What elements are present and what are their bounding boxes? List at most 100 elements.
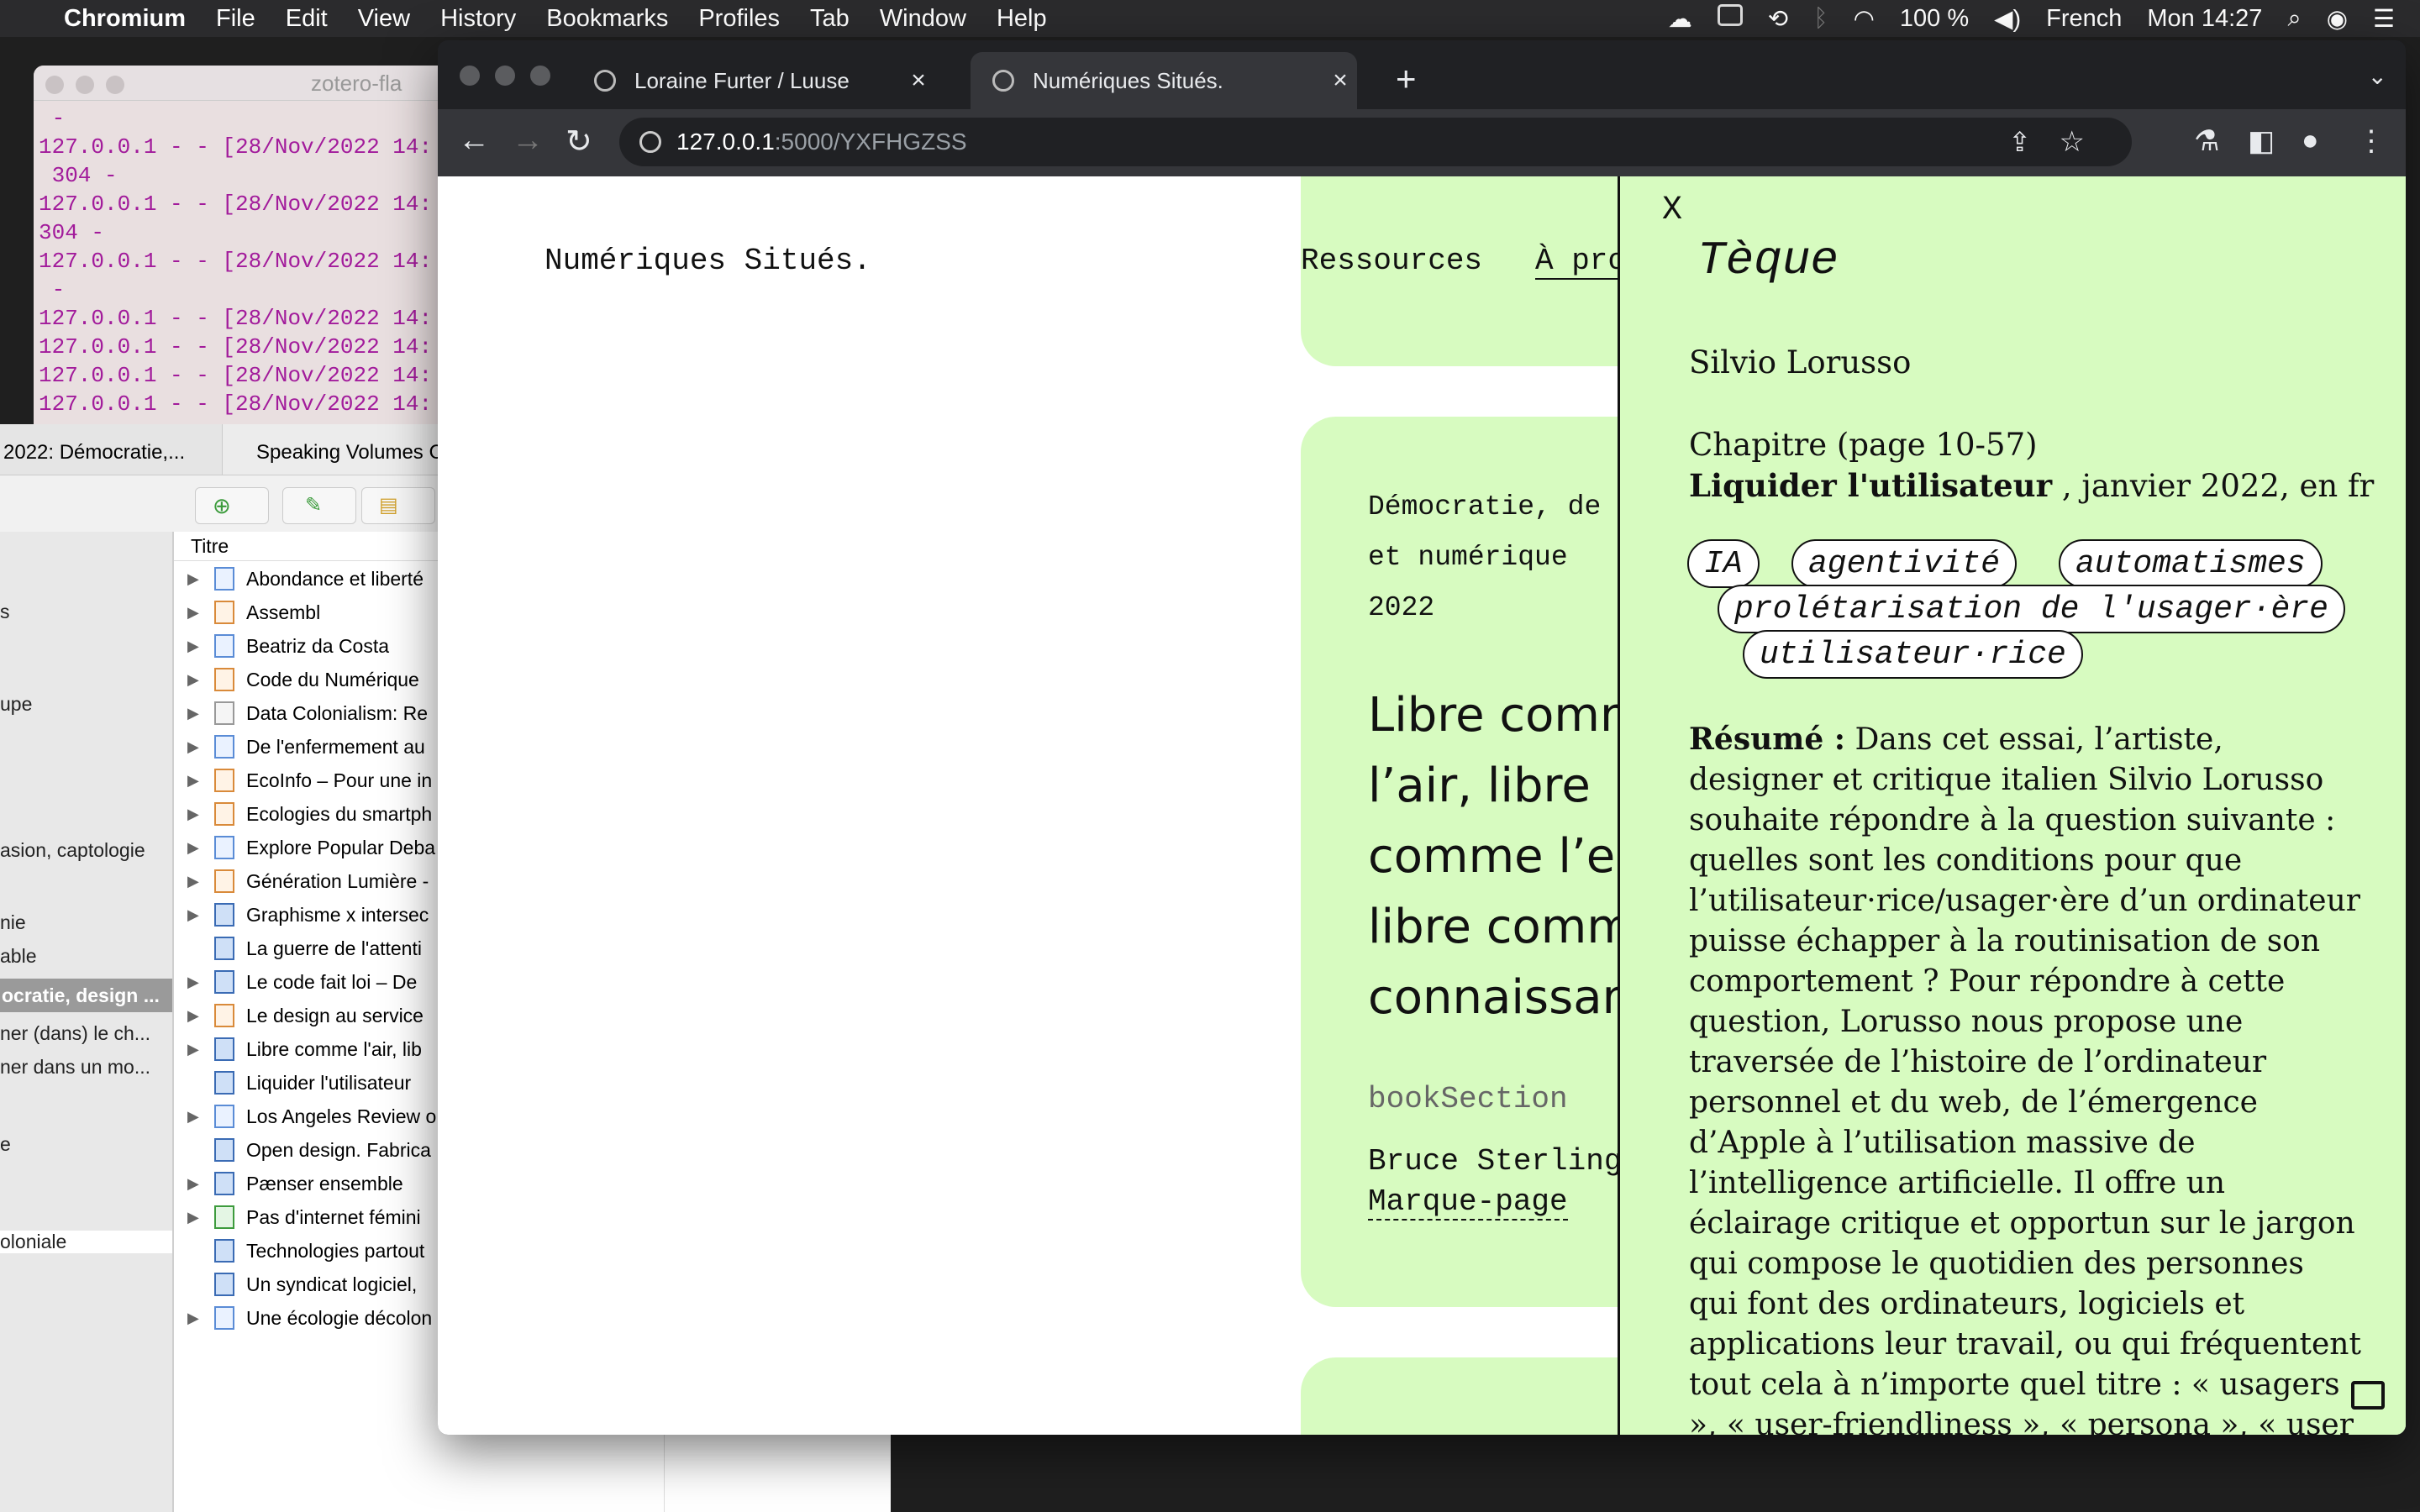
close-tab-icon[interactable]: × [1323, 66, 1357, 95]
item-row[interactable]: Open design. Fabrica [174, 1133, 431, 1167]
new-tab-button[interactable]: + [1396, 59, 1417, 99]
item-row[interactable]: ▶ Data Colonialism: Re [174, 696, 428, 730]
item-row[interactable]: ▶ Los Angeles Review o [174, 1100, 436, 1133]
expand-icon[interactable]: ▶ [187, 1175, 206, 1193]
menu-bookmarks[interactable]: Bookmarks [546, 5, 668, 33]
close-dot[interactable] [45, 76, 64, 94]
zoom-dot[interactable] [106, 76, 124, 94]
input-language[interactable]: French [2046, 5, 2122, 33]
collection-item[interactable]: nie [0, 911, 26, 934]
wifi-icon[interactable]: ◠ [1854, 4, 1875, 34]
add-by-identifier-button[interactable]: ✎ [282, 487, 356, 524]
expand-icon[interactable]: ▶ [187, 906, 206, 924]
expand-icon[interactable]: ▶ [187, 705, 206, 722]
address-bar[interactable]: 127.0.0.1:5000/YXFHGZSS ⇪ ☆ [619, 118, 2132, 166]
expand-icon[interactable]: ▶ [187, 974, 206, 991]
close-tab-icon[interactable]: × [902, 66, 935, 95]
control-center-icon[interactable]: ☰ [2373, 4, 2395, 34]
site-title[interactable]: Numériques Situés. [544, 244, 871, 278]
app-menu[interactable]: Chromium [64, 5, 186, 33]
expand-icon[interactable]: ▶ [187, 839, 206, 857]
creative-cloud-icon[interactable]: ☁ [1668, 4, 1692, 34]
nav-ressources[interactable]: Ressources [1301, 244, 1482, 278]
resource-card[interactable]: Démocratie, de et numérique 2022 Libre com… [1301, 417, 1654, 1307]
menu-help[interactable]: Help [997, 5, 1047, 33]
menu-profiles[interactable]: Profiles [698, 5, 780, 33]
tag-agentivite[interactable]: agentivité [1791, 539, 2018, 588]
clock[interactable]: Mon 14:27 [2147, 5, 2262, 33]
tag-automatismes[interactable]: automatismes [2059, 539, 2323, 588]
close-panel-button[interactable]: X [1662, 192, 1682, 229]
expand-icon[interactable]: ▶ [187, 1209, 206, 1226]
expand-icon[interactable]: ▶ [187, 1007, 206, 1025]
item-row[interactable]: ▶ Beatriz da Costa [174, 629, 389, 663]
minimize-window-button[interactable] [495, 66, 515, 86]
item-row[interactable]: ▶ Graphisme x intersec [174, 898, 429, 932]
bluetooth-icon[interactable]: ᛒ [1813, 5, 1828, 33]
item-row[interactable]: ▶ Le code fait loi – De [174, 965, 417, 999]
collection-item[interactable]: ner (dans) le ch... [0, 1022, 150, 1045]
item-row[interactable]: La guerre de l'attenti [174, 932, 422, 965]
back-icon[interactable]: ← [458, 123, 490, 159]
tag-proletarisation[interactable]: prolétarisation de l'usager·ère [1718, 585, 2345, 633]
collection-item[interactable]: s [0, 601, 10, 623]
collection-item[interactable]: e [0, 1133, 11, 1156]
site-info-icon[interactable] [639, 131, 661, 153]
menu-history[interactable]: History [440, 5, 516, 33]
menu-tab[interactable]: Tab [810, 5, 850, 33]
item-row[interactable]: ▶ Code du Numérique [174, 663, 419, 696]
collection-item[interactable]: asion, captologie [0, 839, 145, 862]
collection-item[interactable]: oloniale [0, 1231, 172, 1253]
collection-item[interactable]: upe [0, 693, 32, 716]
collection-item-selected[interactable]: ocratie, design ... [0, 979, 172, 1012]
expand-icon[interactable]: ▶ [187, 772, 206, 790]
expand-icon[interactable]: ▶ [187, 604, 206, 622]
expand-icon[interactable]: ▶ [187, 738, 206, 756]
tab-numeriques-situes[interactable]: Numériques Situés. × [971, 52, 1357, 109]
close-window-button[interactable] [460, 66, 480, 86]
item-row[interactable]: ▶ De l'enfermement au [174, 730, 425, 764]
item-row[interactable]: ▶ EcoInfo – Pour une in [174, 764, 432, 797]
tab-loraine-furter[interactable]: Loraine Furter / Luuse × [572, 52, 935, 109]
new-note-button[interactable]: ▤ [361, 487, 435, 524]
item-row[interactable]: ▶ Pas d'internet fémini [174, 1200, 421, 1234]
spotlight-search-icon[interactable]: ⌕ [2287, 5, 2301, 33]
expand-icon[interactable]: ▶ [187, 873, 206, 890]
item-row[interactable]: ▶ Ecologies du smartph [174, 797, 432, 831]
bookmark-star-icon[interactable]: ☆ [2060, 125, 2085, 159]
item-row[interactable]: Un syndicat logiciel, [174, 1268, 417, 1301]
expand-icon[interactable]: ▶ [187, 570, 206, 588]
side-panel-icon[interactable]: ◧ [2248, 124, 2275, 158]
bookmark-link[interactable]: Marque-page [1368, 1184, 1568, 1221]
resource-card[interactable] [1301, 1357, 1654, 1435]
zotero-tab[interactable]: 2022: Démocratie,... [0, 424, 222, 475]
reload-icon[interactable]: ↻ [566, 123, 592, 160]
tag-utilisateur-rice[interactable]: utilisateur·rice [1743, 630, 2083, 679]
print-icon[interactable] [2351, 1381, 2385, 1410]
siri-icon[interactable]: ◉ [2327, 4, 2348, 34]
extension-flask-icon[interactable]: ⚗ [2194, 124, 2219, 158]
item-row[interactable]: ▶ Explore Popular Deba [174, 831, 435, 864]
item-row[interactable]: ▶ Le design au service [174, 999, 424, 1032]
battery-percent[interactable]: 100 % [1900, 5, 1969, 33]
expand-icon[interactable]: ▶ [187, 1310, 206, 1327]
tag-ia[interactable]: IA [1687, 539, 1760, 588]
item-row[interactable]: ▶ Assembl [174, 596, 320, 629]
new-item-button[interactable]: ⊕ [195, 487, 269, 524]
profile-icon[interactable]: ● [2302, 124, 2319, 157]
tab-search-button[interactable]: ⌄ [2368, 62, 2387, 90]
volume-icon[interactable]: ◀) [1994, 4, 2021, 34]
expand-icon[interactable]: ▶ [187, 1108, 206, 1126]
menu-file[interactable]: File [216, 5, 255, 33]
expand-icon[interactable]: ▶ [187, 806, 206, 823]
more-menu-icon[interactable]: ⋮ [2357, 124, 2386, 158]
item-row[interactable]: ▶ Génération Lumière - [174, 864, 429, 898]
share-icon[interactable]: ⇪ [2008, 126, 2031, 158]
item-row[interactable]: Liquider l'utilisateur [174, 1066, 411, 1100]
expand-icon[interactable]: ▶ [187, 638, 206, 655]
forward-icon[interactable]: → [512, 123, 544, 159]
expand-icon[interactable]: ▶ [187, 1041, 206, 1058]
menu-window[interactable]: Window [880, 5, 966, 33]
item-row[interactable]: ▶ Pænser ensemble [174, 1167, 403, 1200]
item-row[interactable]: Technologies partout [174, 1234, 424, 1268]
